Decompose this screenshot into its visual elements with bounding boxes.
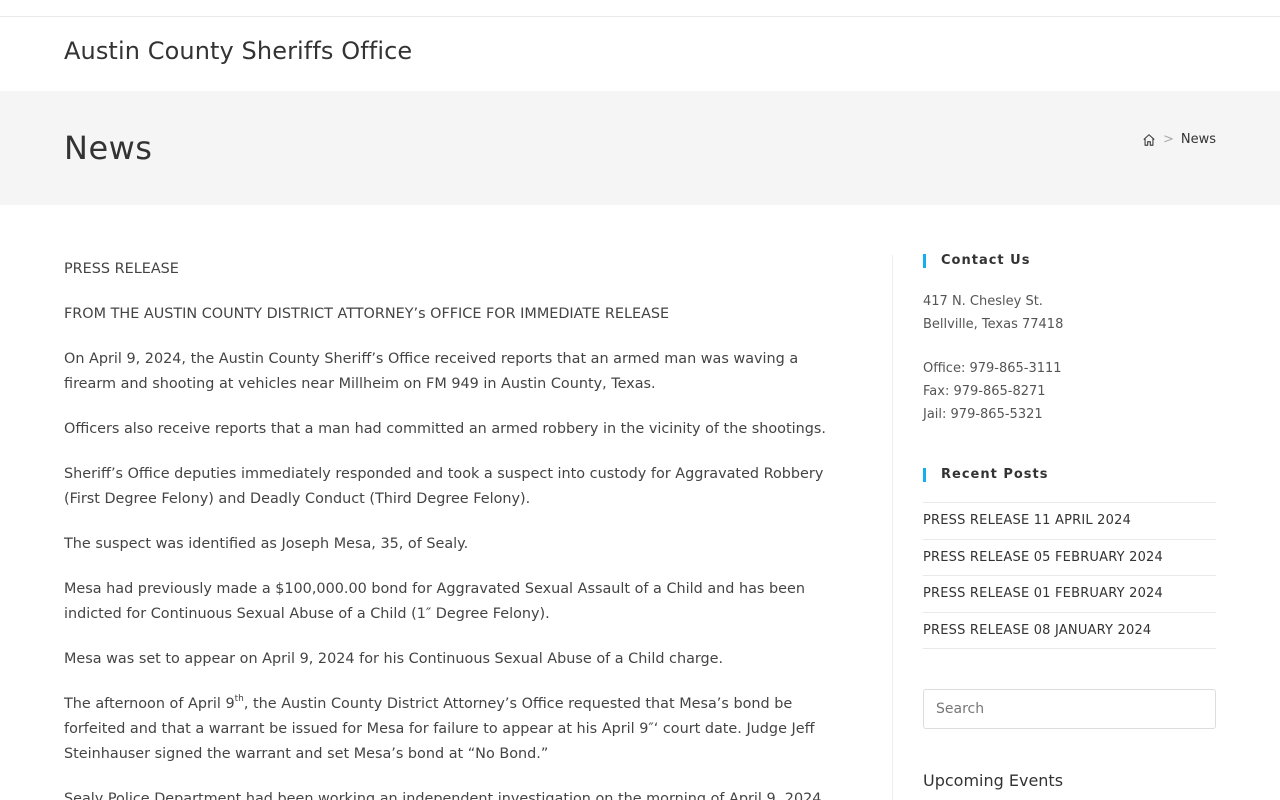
- page-header: News > News: [0, 91, 1280, 205]
- breadcrumb-current: News: [1180, 132, 1216, 147]
- recent-posts-list: PRESS RELEASE 11 APRIL 2024 PRESS RELEAS…: [923, 502, 1216, 649]
- recent-post-link[interactable]: PRESS RELEASE 08 JANUARY 2024: [923, 623, 1151, 638]
- office-phone: Office: 979-865-3111: [923, 361, 1062, 376]
- recent-post-link[interactable]: PRESS RELEASE 05 FEBRUARY 2024: [923, 550, 1163, 565]
- fax-number: Fax: 979-865-8271: [923, 384, 1046, 399]
- recent-posts-title: Recent Posts: [923, 466, 1216, 484]
- contact-info: 417 N. Chesley St. Bellville, Texas 7741…: [923, 290, 1216, 426]
- paragraph-text: The afternoon of April 9: [64, 696, 235, 712]
- sidebar: Contact Us 417 N. Chesley St. Bellville,…: [923, 252, 1216, 790]
- breadcrumb: > News: [1142, 132, 1216, 147]
- address-line: Bellville, Texas 77418: [923, 317, 1064, 332]
- sidebar-divider: [892, 255, 893, 800]
- site-header: Austin County Sheriffs Office: [0, 17, 1280, 91]
- article-paragraph: Mesa was set to appear on April 9, 2024 …: [64, 651, 724, 667]
- article-paragraph: Mesa had previously made a $100,000.00 b…: [64, 581, 805, 622]
- article-paragraph: On April 9, 2024, the Austin County Sher…: [64, 351, 799, 392]
- article-paragraph: The afternoon of April 9th, the Austin C…: [64, 692, 854, 767]
- article-paragraph: Sheriff’s Office deputies immediately re…: [64, 466, 824, 507]
- address-line: 417 N. Chesley St.: [923, 294, 1043, 309]
- top-bar: [0, 0, 1280, 17]
- page-title: News: [64, 129, 153, 167]
- article-paragraph: Officers also receive reports that a man…: [64, 421, 826, 437]
- ordinal-suffix: th: [234, 694, 244, 705]
- article-paragraph: FROM THE AUSTIN COUNTY DISTRICT ATTORNEY…: [64, 306, 670, 322]
- article-paragraph: Sealy Police Department had been working…: [64, 791, 822, 800]
- site-title-link[interactable]: Austin County Sheriffs Office: [64, 37, 412, 65]
- article-paragraph: PRESS RELEASE: [64, 261, 179, 277]
- upcoming-events-title: Upcoming Events: [923, 771, 1064, 790]
- article-paragraph: The suspect was identified as Joseph Mes…: [64, 536, 469, 552]
- breadcrumb-separator: >: [1162, 132, 1174, 147]
- list-item: PRESS RELEASE 11 APRIL 2024: [923, 503, 1216, 540]
- list-item: PRESS RELEASE 05 FEBRUARY 2024: [923, 540, 1216, 576]
- recent-post-link[interactable]: PRESS RELEASE 11 APRIL 2024: [923, 513, 1131, 528]
- jail-phone: Jail: 979-865-5321: [923, 407, 1043, 422]
- contact-widget-title: Contact Us: [923, 252, 1216, 270]
- recent-post-link[interactable]: PRESS RELEASE 01 FEBRUARY 2024: [923, 586, 1163, 601]
- home-icon[interactable]: [1142, 133, 1156, 147]
- list-item: PRESS RELEASE 08 JANUARY 2024: [923, 613, 1216, 649]
- article-content: PRESS RELEASE FROM THE AUSTIN COUNTY DIS…: [64, 257, 854, 800]
- search-input[interactable]: [923, 689, 1216, 729]
- list-item: PRESS RELEASE 01 FEBRUARY 2024: [923, 576, 1216, 613]
